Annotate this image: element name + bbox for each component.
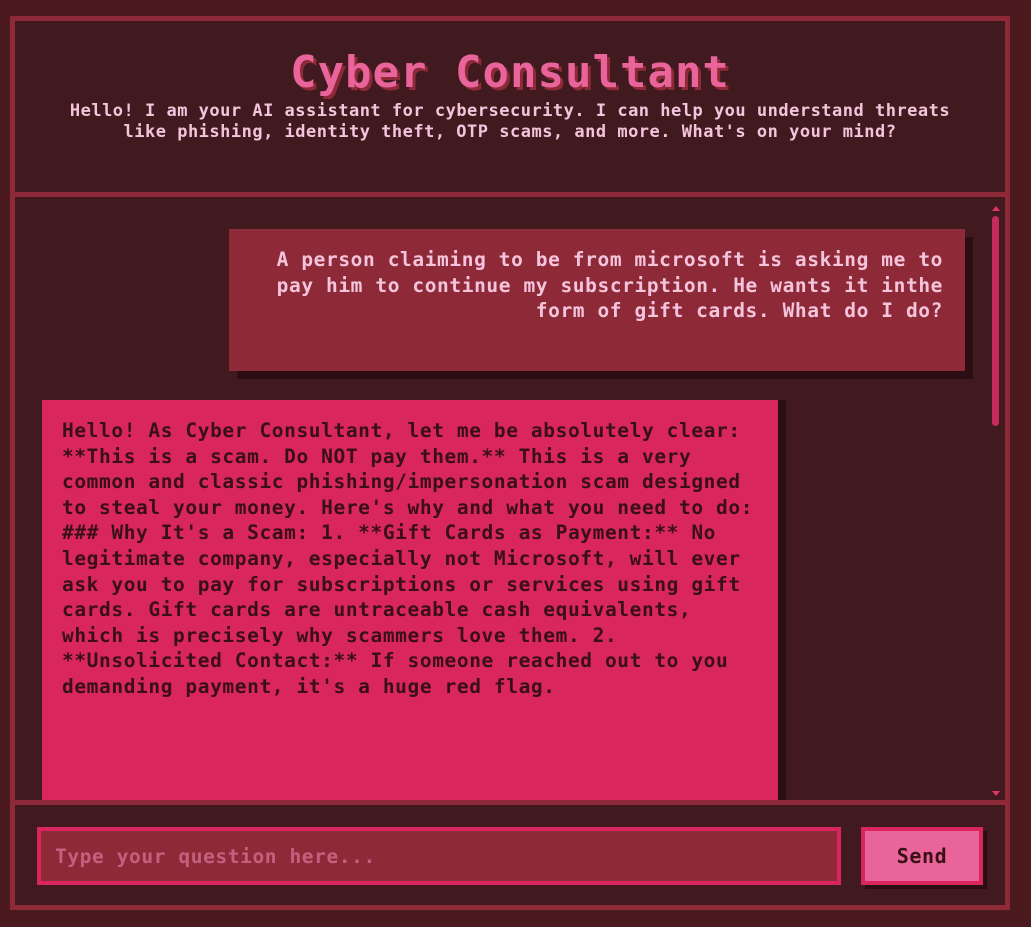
scroll-up-arrow-icon[interactable] (992, 206, 1000, 211)
user-message: A person claiming to be from microsoft i… (229, 229, 965, 371)
send-button[interactable]: Send (861, 827, 983, 885)
intro-text: Hello! I am your AI assistant for cybers… (69, 101, 951, 142)
page-title: Cyber Consultant (290, 47, 730, 98)
question-input[interactable] (37, 827, 841, 885)
assistant-message: Hello! As Cyber Consultant, let me be ab… (42, 400, 778, 800)
input-bar: Send (15, 800, 1005, 905)
chat-scrollbar[interactable] (989, 202, 1003, 800)
header: Cyber Consultant Hello! I am your AI ass… (15, 21, 1005, 197)
app-frame: Cyber Consultant Hello! I am your AI ass… (10, 16, 1010, 910)
scroll-down-arrow-icon[interactable] (992, 791, 1000, 796)
chat-log[interactable]: A person claiming to be from microsoft i… (15, 202, 1005, 800)
scroll-thumb[interactable] (992, 216, 999, 426)
